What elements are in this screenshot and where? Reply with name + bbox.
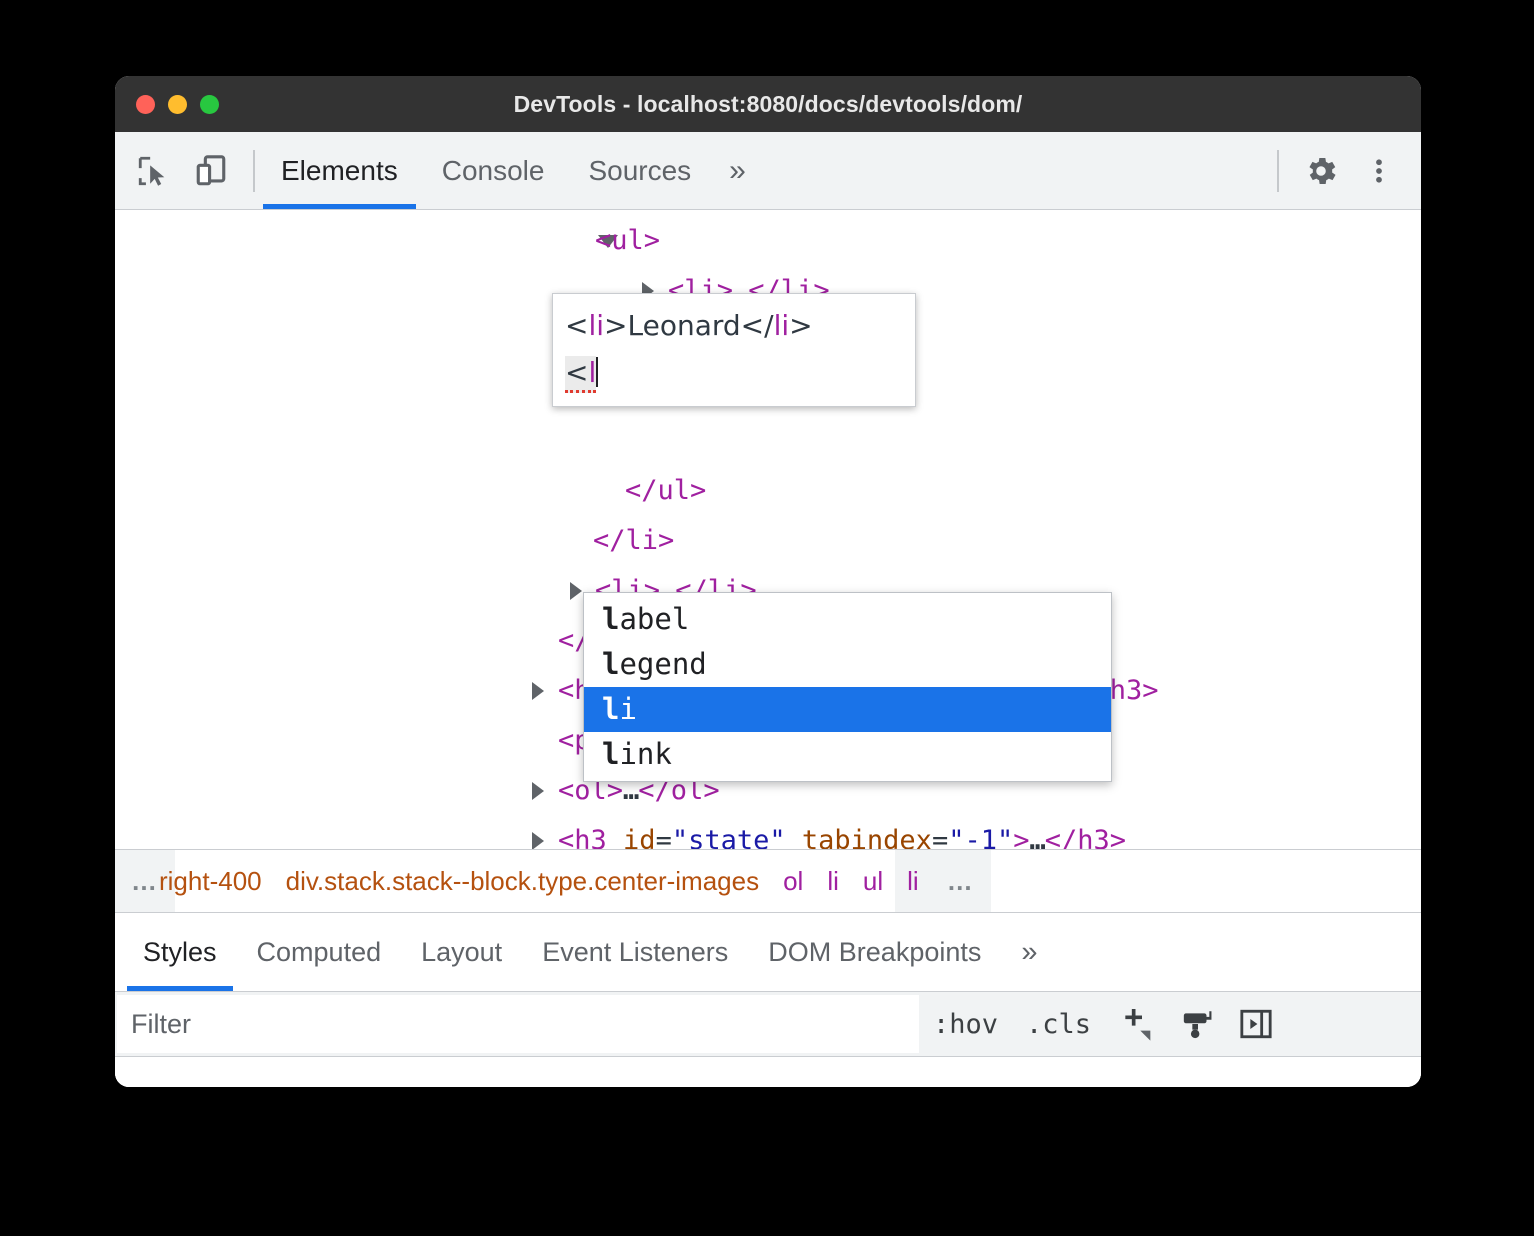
styles-tab-overflow-label: »: [1021, 936, 1037, 969]
tab-computed-label: Computed: [257, 937, 382, 968]
edit-typed-text: <l: [565, 356, 596, 393]
dom-tree-row-content: </ul>: [625, 466, 706, 516]
breadcrumb-item-li[interactable]: li: [815, 850, 851, 912]
toggle-sidebar-icon[interactable]: [1227, 992, 1285, 1056]
breadcrumb: … right-400div.stack.stack--block.type.ce…: [115, 849, 1421, 913]
styles-pane-body: [115, 1057, 1421, 1087]
collapse-arrow-icon[interactable]: [570, 582, 582, 600]
tab-styles[interactable]: Styles: [123, 913, 237, 991]
dom-tree-row[interactable]: <h3 id="state" tabindex="-1">…</h3>: [115, 816, 1421, 849]
autocomplete-item-link-prefix: l: [602, 737, 619, 771]
text-caret: [596, 357, 598, 387]
gear-icon[interactable]: [1301, 151, 1341, 191]
window-title-bar: DevTools - localhost:8080/docs/devtools/…: [115, 76, 1421, 132]
devtools-window: DevTools - localhost:8080/docs/devtools/…: [115, 76, 1421, 1087]
maximize-window-button[interactable]: [200, 95, 219, 114]
tab-sources[interactable]: Sources: [566, 132, 713, 209]
tab-dom-breakpoints[interactable]: DOM Breakpoints: [748, 913, 1001, 991]
tab-console-label: Console: [442, 155, 545, 187]
breadcrumb-item-overflow[interactable]: …: [931, 850, 991, 912]
window-controls: [136, 95, 219, 114]
styles-pane: Styles Computed Layout Event Listeners D…: [115, 913, 1421, 1087]
edit-box-line-2: <l: [565, 349, 903, 396]
toolbar-divider-right: [1277, 150, 1279, 192]
dom-tree-row[interactable]: <ul>: [115, 216, 1421, 266]
autocomplete-popup[interactable]: label legend li link: [583, 592, 1112, 782]
dom-tree-row[interactable]: [115, 416, 1421, 466]
edit-line1-text: Leonard: [628, 309, 741, 342]
tab-styles-label: Styles: [143, 937, 217, 968]
tab-event-listeners[interactable]: Event Listeners: [522, 913, 748, 991]
breadcrumb-item-ul[interactable]: ul: [851, 850, 895, 912]
autocomplete-item-label[interactable]: label: [584, 597, 1111, 642]
dom-tree-row[interactable]: </li>: [115, 516, 1421, 566]
toggle-hover-state-button[interactable]: :hov: [919, 992, 1012, 1056]
minimize-window-button[interactable]: [168, 95, 187, 114]
autocomplete-item-link[interactable]: link: [584, 732, 1111, 777]
inspect-element-icon[interactable]: [133, 151, 173, 191]
tab-dom-breakpoints-label: DOM Breakpoints: [768, 937, 981, 968]
dom-tree-row-content: </li>: [593, 516, 674, 566]
breadcrumb-item-ol[interactable]: ol: [771, 850, 815, 912]
tab-console[interactable]: Console: [420, 132, 567, 209]
tab-event-listeners-label: Event Listeners: [542, 937, 728, 968]
autocomplete-item-li-rest: i: [619, 692, 636, 726]
plus-icon[interactable]: [1105, 992, 1169, 1056]
hov-label: :hov: [933, 1009, 998, 1040]
cls-label: .cls: [1026, 1009, 1091, 1040]
toolbar-divider: [253, 150, 255, 192]
dom-tree-row-content: <h3 id="state" tabindex="-1">…</h3>: [558, 816, 1126, 849]
edit-line1-lt: <: [565, 309, 588, 342]
tab-layout[interactable]: Layout: [401, 913, 522, 991]
autocomplete-item-li[interactable]: li: [584, 687, 1111, 732]
toggle-element-classes-button[interactable]: .cls: [1012, 992, 1105, 1056]
breadcrumb-item-div-stack-stack-block-type-center-images[interactable]: div.stack.stack--block.type.center-image…: [274, 850, 771, 912]
styles-filter-bar: :hov .cls: [115, 992, 1421, 1057]
collapse-arrow-icon[interactable]: [532, 832, 544, 849]
dom-tree-panel[interactable]: <ul><li>…</li><li>…</li></ul></li><li>…<…: [115, 210, 1421, 849]
autocomplete-item-li-prefix: l: [602, 692, 619, 726]
dom-tree-row[interactable]: </ul>: [115, 466, 1421, 516]
styles-tab-overflow-chevron-icon[interactable]: »: [1001, 913, 1057, 991]
breadcrumb-item-li[interactable]: li: [895, 850, 931, 912]
collapse-arrow-icon[interactable]: [532, 782, 544, 800]
close-window-button[interactable]: [136, 95, 155, 114]
breadcrumb-item-right-400[interactable]: right-400: [147, 850, 274, 912]
tab-elements-label: Elements: [281, 155, 398, 187]
toolbar-right-group: [1255, 150, 1421, 192]
dom-node-edit-box[interactable]: <li>Leonard</li> <l: [552, 293, 916, 407]
autocomplete-item-link-rest: ink: [619, 737, 671, 771]
autocomplete-item-legend[interactable]: legend: [584, 642, 1111, 687]
collapse-arrow-icon[interactable]: [532, 682, 544, 700]
edit-line1-gt: >: [604, 309, 627, 342]
tab-elements[interactable]: Elements: [259, 132, 420, 209]
styles-pane-tabs: Styles Computed Layout Event Listeners D…: [115, 913, 1421, 992]
device-toolbar-icon[interactable]: [191, 151, 231, 191]
tab-overflow-label: »: [729, 154, 746, 188]
window-title: DevTools - localhost:8080/docs/devtools/…: [115, 91, 1421, 118]
search-input[interactable]: [117, 995, 919, 1053]
dom-tree-row-content: <ul>: [595, 216, 660, 266]
edit-box-line-1: <li>Leonard</li>: [565, 302, 903, 349]
autocomplete-item-label-rest: abel: [619, 602, 689, 636]
autocomplete-item-legend-prefix: l: [602, 647, 619, 681]
tab-sources-label: Sources: [588, 155, 691, 187]
tab-overflow-chevron-icon[interactable]: »: [713, 132, 762, 209]
edit-line1-tag: li: [588, 309, 604, 342]
tab-layout-label: Layout: [421, 937, 502, 968]
autocomplete-item-label-prefix: l: [602, 602, 619, 636]
autocomplete-item-legend-rest: egend: [619, 647, 706, 681]
panel-tabs: Elements Console Sources »: [259, 132, 762, 209]
edit-line1-close: </li>: [741, 309, 813, 342]
devtools-main-toolbar: Elements Console Sources »: [115, 132, 1421, 210]
tab-computed[interactable]: Computed: [237, 913, 402, 991]
kebab-menu-icon[interactable]: [1359, 151, 1399, 191]
paint-brush-icon[interactable]: [1169, 992, 1227, 1056]
